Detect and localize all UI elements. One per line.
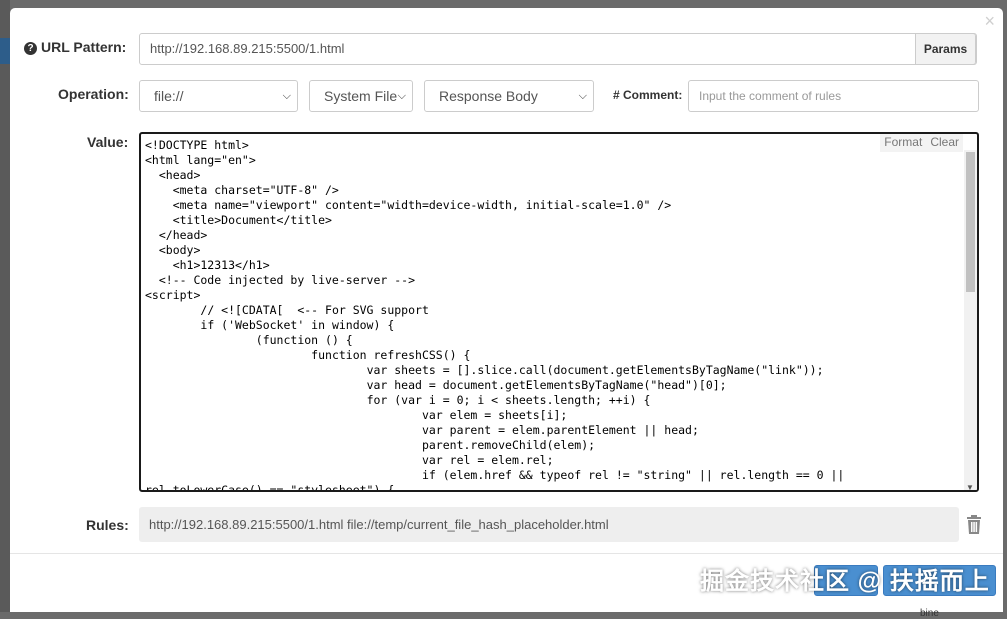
footer-divider [10,553,1003,554]
protocol-select[interactable]: file:// ⌵ [139,80,298,112]
source-select-value: System File [324,88,398,104]
rule-edit-modal: × ? URL Pattern: http://192.168.89.215:55… [10,8,1003,619]
clear-button[interactable]: Clear [926,134,963,150]
editor-scrollbar[interactable]: ▼ [964,150,977,490]
close-icon[interactable]: × [984,12,995,30]
comment-placeholder: Input the comment of rules [699,89,842,103]
comment-label: # Comment: [613,88,683,102]
params-button[interactable]: Params [915,34,976,64]
trash-icon[interactable] [965,515,983,535]
editor-toolbar: Format Clear [880,134,963,152]
url-pattern-input[interactable]: http://192.168.89.215:5500/1.html Params [139,33,977,65]
rules-preview: http://192.168.89.215:5500/1.html file:/… [139,507,959,542]
protocol-select-value: file:// [154,88,184,104]
url-pattern-label-text: URL Pattern: [41,39,127,55]
chevron-down-icon: ⌵ [282,90,291,102]
operation-label: Operation: [58,86,129,102]
question-circle-icon[interactable]: ? [24,42,37,55]
value-label: Value: [87,134,129,150]
backdrop-nav-fragment [0,38,10,64]
target-select-value: Response Body [439,88,538,104]
comment-input[interactable]: Input the comment of rules [688,80,979,112]
url-pattern-label: ? URL Pattern: [24,39,126,55]
rules-label: Rules: [86,517,129,533]
scrollbar-thumb[interactable] [966,152,975,292]
footer-partial-button-label: bine [920,608,939,619]
chevron-down-icon: ⌵ [397,90,406,102]
source-select[interactable]: System File ⌵ [309,80,413,112]
watermark-text: 掘金技术社区 @ 扶摇而上 [700,568,990,595]
chevron-down-icon: ⌵ [578,90,587,102]
target-select[interactable]: Response Body ⌵ [424,80,594,112]
scroll-down-icon[interactable]: ▼ [966,483,974,490]
editor-code[interactable]: <!DOCTYPE html> <html lang="en"> <head> … [145,138,961,490]
format-button[interactable]: Format [880,134,926,150]
url-pattern-value: http://192.168.89.215:5500/1.html [150,41,345,56]
value-code-editor[interactable]: <!DOCTYPE html> <html lang="en"> <head> … [139,132,979,492]
page-backdrop [0,0,10,612]
